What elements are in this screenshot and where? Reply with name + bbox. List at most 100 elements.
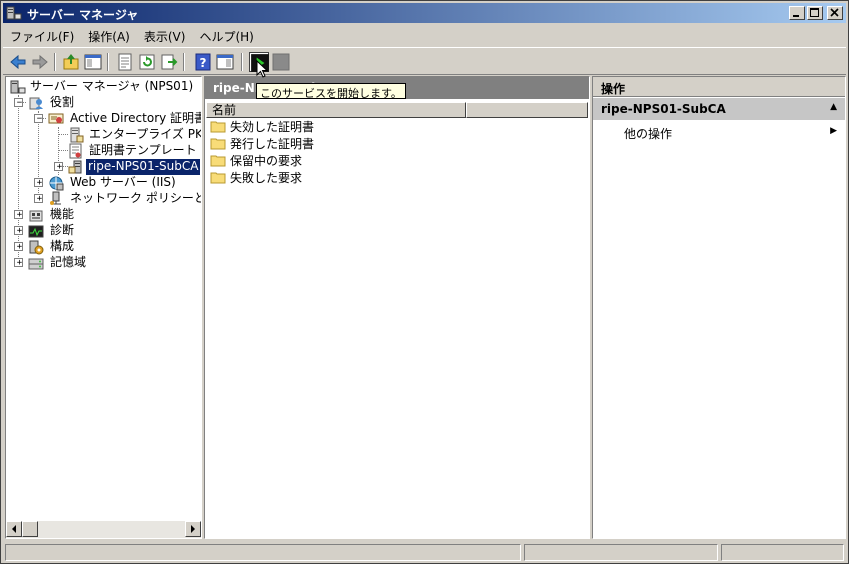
network-policy-icon [50,191,61,205]
expand-toggle[interactable]: + [34,178,43,188]
tree-item-subca[interactable]: + ripe-NPS01-SubCA [6,158,201,176]
maximize-button[interactable] [807,6,823,20]
refresh-button[interactable] [137,52,157,72]
list-item[interactable]: 保留中の要求 [210,152,302,169]
title-bar[interactable]: サーバー マネージャ [3,3,846,23]
expand-toggle[interactable]: + [14,258,23,268]
window-title: サーバー マネージャ [27,8,139,22]
help-icon: ? [195,53,211,71]
column-header-name[interactable]: 名前 [206,102,466,118]
tree-label: 構成 [50,239,75,253]
show-hide-tree-icon [84,54,102,70]
up-button[interactable] [61,52,81,72]
tree-label: 証明書テンプレート [89,143,197,157]
help-button[interactable]: ? [193,52,213,72]
server-manager-window: サーバー マネージャ ファイル(F) 操作(A) 表示(V) ヘルプ(H) ? … [0,0,849,564]
expand-toggle[interactable]: + [14,242,23,252]
close-icon [830,8,839,17]
tree-label: 診断 [50,223,75,237]
list-item[interactable]: 失敗した要求 [210,169,302,186]
menu-file[interactable]: ファイル(F) [3,25,81,45]
close-button[interactable] [827,6,843,20]
folder-icon [210,155,226,167]
scroll-left-button[interactable] [6,521,22,537]
stop-service-icon [272,53,290,71]
show-hide-tree-button[interactable] [83,52,103,72]
tree-label: Active Directory 証明書サ [70,111,201,125]
tooltip: このサービスを開始します。 [256,83,406,100]
tree-item-web-server[interactable]: + Web サーバー (IIS) [6,175,201,191]
arrow-right-icon [191,525,195,533]
properties-button[interactable] [115,52,135,72]
minus-icon: − [36,114,43,124]
tree-label: サーバー マネージャ (NPS01) [30,79,194,93]
console-tree[interactable]: サーバー マネージャ (NPS01) − 役割 − Active Directo… [5,76,202,539]
collapse-toggle[interactable]: − [34,114,43,124]
status-panel [524,544,718,561]
menu-view[interactable]: 表示(V) [137,25,193,45]
arrow-left-icon [12,525,16,533]
show-hide-action-icon [216,54,234,70]
collapse-up-icon: ▲ [830,102,837,112]
actions-pane: 操作 ripe-NPS01-SubCA ▲ 他の操作 ▶ [592,76,846,539]
server-manager-icon [10,80,26,94]
tree-item-certificate-templates[interactable]: 証明書テンプレート [6,143,201,159]
status-panel [721,544,844,561]
export-button[interactable] [159,52,179,72]
menu-help[interactable]: ヘルプ(H) [192,25,260,45]
menu-action[interactable]: 操作(A) [81,25,137,45]
enterprise-pki-icon [70,127,84,143]
tree-item-storage[interactable]: + 記憶域 [6,255,201,271]
plus-icon: + [16,226,23,236]
expand-toggle[interactable]: + [14,210,23,220]
certification-authority-icon [68,160,82,174]
tree-item-adcs[interactable]: − Active Directory 証明書サ [6,111,201,127]
menu-bar: ファイル(F) 操作(A) 表示(V) ヘルプ(H) [3,25,846,45]
folder-icon [210,172,226,184]
tree-label: 機能 [50,207,75,221]
list-item[interactable]: 失効した証明書 [210,118,314,135]
actions-header: 操作 [593,77,845,97]
tree-item-root[interactable]: サーバー マネージャ (NPS01) [6,79,201,95]
plus-icon: + [16,258,23,268]
tree-item-diagnostics[interactable]: + 診断 [6,223,201,239]
more-actions-item[interactable]: 他の操作 ▶ [624,125,839,141]
tree-item-features[interactable]: + 機能 [6,207,201,223]
forward-button[interactable] [30,52,50,72]
tree-label: Web サーバー (IIS) [70,175,176,189]
stop-service-button[interactable] [271,52,291,72]
expand-toggle[interactable]: + [54,162,63,172]
tree-item-enterprise-pki[interactable]: エンタープライズ PKI [6,127,201,143]
show-hide-action-button[interactable] [215,52,235,72]
more-actions-label: 他の操作 [624,127,673,141]
actions-section-subca[interactable]: ripe-NPS01-SubCA ▲ [593,98,845,120]
scroll-thumb[interactable] [22,521,38,537]
storage-icon [28,258,44,270]
list-item-label: 発行した証明書 [230,137,315,151]
toolbar: ? [3,47,846,75]
tree-item-configuration[interactable]: + 構成 [6,239,201,255]
tree-label: エンタープライズ PKI [89,127,201,141]
list-item-label: 保留中の要求 [230,154,303,168]
expand-toggle[interactable]: + [14,226,23,236]
minimize-button[interactable] [789,6,805,20]
scroll-right-button[interactable] [185,521,201,537]
tree-view: サーバー マネージャ (NPS01) − 役割 − Active Directo… [6,77,201,521]
plus-icon: + [36,178,43,188]
web-server-icon [49,176,64,191]
tree-label: ネットワーク ポリシーとアクセス [70,191,201,205]
list-item-label: 失敗した要求 [230,171,303,185]
toolbar-separator [54,53,56,71]
expand-toggle[interactable]: + [34,194,43,204]
column-header-blank[interactable] [466,102,588,118]
tree-label: ripe-NPS01-SubCA [84,158,201,176]
tree-item-roles[interactable]: − 役割 [6,95,201,111]
certificate-template-icon [69,143,82,159]
tree-horizontal-scrollbar[interactable] [6,521,201,538]
collapse-toggle[interactable]: − [14,98,23,108]
toolbar-separator [241,53,243,71]
tree-item-network-policy[interactable]: + ネットワーク ポリシーとアクセス [6,191,201,207]
plus-icon: + [36,194,43,204]
list-item[interactable]: 発行した証明書 [210,135,314,152]
back-button[interactable] [8,52,28,72]
